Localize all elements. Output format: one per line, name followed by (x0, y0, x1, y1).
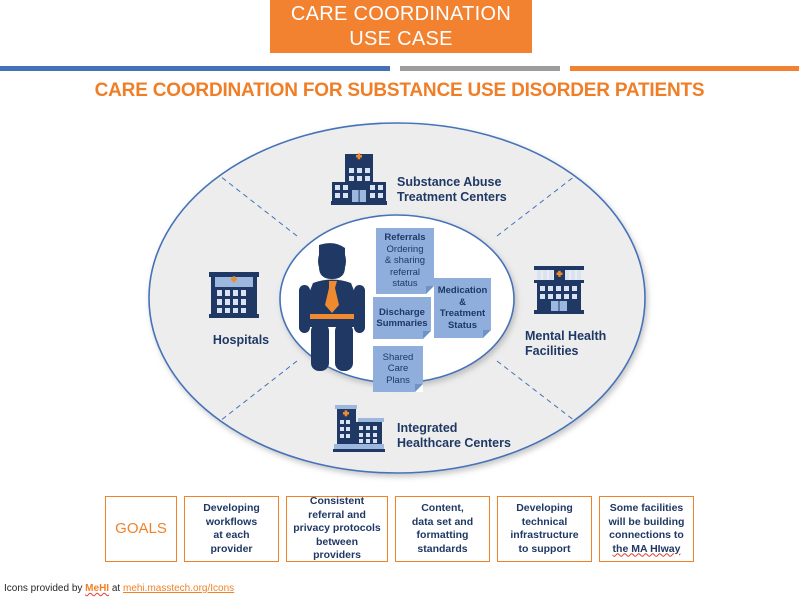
card-referrals-line-1: Ordering (386, 243, 424, 255)
card-medication-line-0: Medication (437, 285, 488, 296)
goal-5-line-1: will be building (608, 515, 685, 528)
hospital-tower-icon (209, 272, 259, 318)
goal-2-line-3: between providers (313, 535, 361, 562)
node-label-mental-line-2: Facilities (525, 344, 579, 358)
footer-credit: Icons provided by MeHI at mehi.masstech.… (4, 583, 234, 594)
goal-1-line-1: workflows (205, 515, 258, 528)
goal-3-line-0: Content, (421, 502, 464, 514)
card-shared-line-0: Shared (382, 351, 414, 363)
node-label-mental-health: Mental Health Facilities (525, 329, 606, 359)
footer-middle: at (109, 583, 123, 594)
node-label-integrated-line-2: Healthcare Centers (397, 436, 511, 450)
banner-title-line-2: USE CASE (349, 27, 453, 50)
goals-label: GOALS (115, 520, 167, 538)
divider-gap-1 (390, 66, 400, 71)
node-label-integrated-line-1: Integrated (397, 421, 458, 435)
goal-4-line-1: technical (521, 515, 568, 528)
goal-3-line-3: standards (417, 542, 468, 555)
divider-segment-blue (0, 66, 390, 71)
goal-3-line-2: formatting (416, 529, 469, 541)
hospital-building-icon (331, 153, 387, 205)
goal-box-ma-hiway-connections: Some facilities will be building connect… (599, 496, 694, 562)
note-card-shared-care-plans: Shared Care Plans (373, 346, 423, 392)
card-referrals-line-4: status (392, 278, 418, 290)
goal-box-technical-infrastructure: Developing technical infrastructure to s… (497, 496, 592, 562)
goal-4-line-0: Developing (516, 502, 573, 514)
node-label-hospitals-line-1: Hospitals (212, 333, 270, 347)
care-coordination-diagram: Referrals Ordering & sharing referral st… (145, 118, 655, 483)
card-referrals-line-0: Referrals (384, 232, 426, 244)
goal-1-line-0: Developing (203, 502, 260, 514)
card-medication-line-2: Treatment (439, 308, 486, 319)
goal-3-line-1: data set and (411, 515, 474, 528)
node-label-substance-line-2: Treatment Centers (397, 190, 507, 204)
goal-1-line-2: at each (213, 529, 250, 541)
goal-5-line-0: Some facilities (609, 502, 684, 514)
footer-url-link[interactable]: mehi.masstech.org/Icons (123, 583, 234, 594)
goals-label-box: GOALS (105, 496, 177, 562)
note-card-discharge-summaries: Discharge Summaries (373, 297, 431, 339)
node-label-substance-abuse: Substance Abuse Treatment Centers (397, 175, 507, 205)
card-shared-line-2: Plans (386, 374, 410, 386)
goal-2-line-1: referral and (308, 508, 366, 521)
goal-4-line-3: to support (518, 542, 571, 555)
title-banner: CARE COORDINATION USE CASE (270, 0, 532, 53)
goal-box-referral-privacy-protocols: Consistent referral and privacy protocol… (286, 495, 388, 562)
goal-2-line-2: privacy protocols (293, 522, 381, 535)
goals-row: GOALS Developing workflows at each provi… (105, 495, 699, 562)
footer-prefix: Icons provided by (4, 583, 86, 594)
card-discharge-line-0: Discharge (379, 306, 425, 318)
note-card-medication-treatment-status: Medication & Treatment Status (434, 278, 491, 338)
goal-5-line-3: the MA HIway (612, 542, 681, 555)
goal-5-line-2: connections to (609, 529, 684, 541)
note-card-referrals: Referrals Ordering & sharing referral st… (376, 228, 434, 294)
node-label-integrated-healthcare: Integrated Healthcare Centers (397, 421, 511, 451)
node-label-substance-line-1: Substance Abuse (397, 175, 502, 189)
card-medication-line-3: Status (447, 319, 478, 331)
divider-bar (0, 66, 799, 71)
goal-box-developing-workflows: Developing workflows at each provider (184, 496, 279, 562)
banner-title-line-1: CARE COORDINATION (290, 2, 512, 25)
card-discharge-line-1: Summaries (376, 318, 428, 329)
footer-mehi-link[interactable]: MeHI (85, 583, 109, 594)
goal-box-content-data-standards: Content, data set and formatting standar… (395, 496, 490, 562)
divider-gap-2 (560, 66, 570, 71)
goal-1-line-3: provider (210, 542, 253, 555)
divider-segment-orange (570, 66, 799, 71)
institution-building-icon (534, 266, 584, 314)
card-referrals-line-3: referral (389, 266, 421, 278)
node-label-mental-line-1: Mental Health (525, 329, 607, 343)
clinic-building-icon (333, 405, 385, 452)
goal-4-line-2: infrastructure (510, 529, 579, 541)
card-shared-line-1: Care (387, 363, 409, 375)
node-label-hospitals: Hospitals (193, 333, 289, 348)
page-subtitle: CARE COORDINATION FOR SUBSTANCE USE DISO… (94, 80, 705, 101)
card-referrals-line-2: & sharing (384, 255, 426, 267)
patient-person-icon (299, 243, 365, 371)
card-medication-line-1: & (459, 296, 466, 308)
goal-2-line-0: Consistent (309, 495, 365, 508)
divider-segment-gray (400, 66, 560, 71)
